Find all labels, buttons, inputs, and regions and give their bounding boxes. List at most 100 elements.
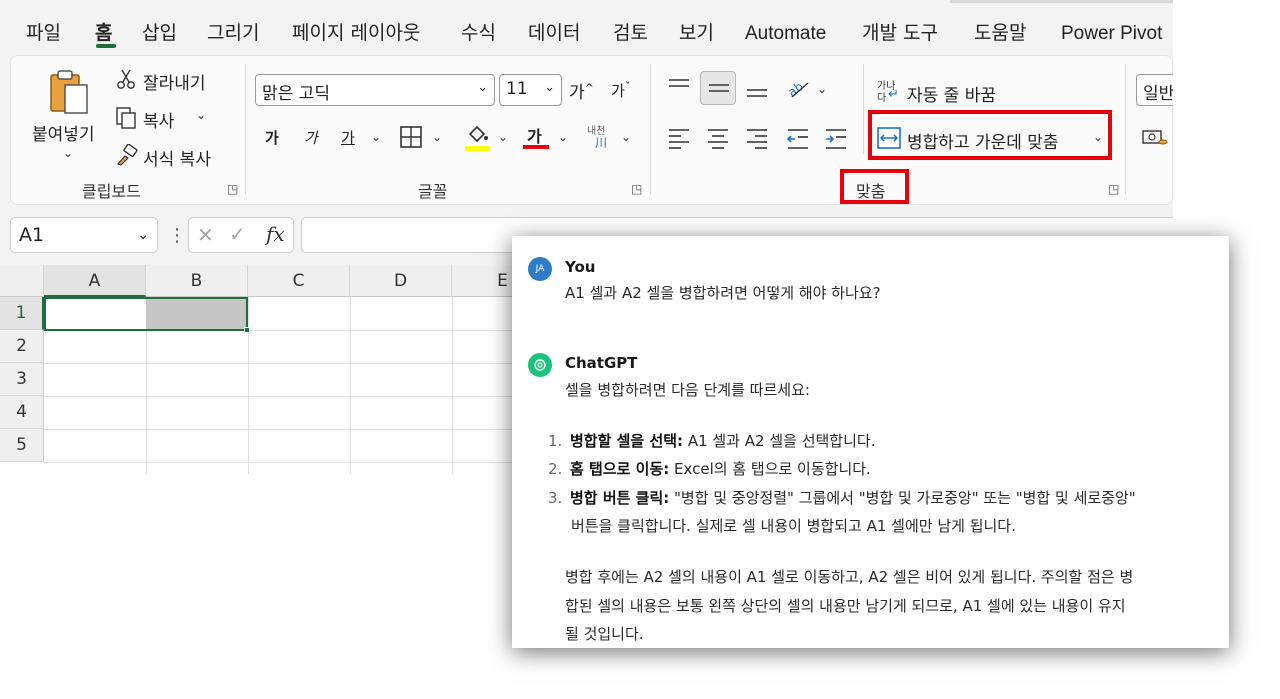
step-item-1: 1. 병합할 셀을 선택: A1 셀과 A2 셀을 선택합니다. bbox=[548, 430, 875, 451]
tab-review[interactable]: 검토 bbox=[613, 18, 648, 45]
tab-page-layout[interactable]: 페이지 레이아웃 bbox=[292, 18, 420, 45]
assistant-closing-line-1: 병합 후에는 A2 셀의 내용이 A1 셀로 이동하고, A2 셀은 비어 있게… bbox=[565, 568, 1134, 586]
tab-formulas[interactable]: 수식 bbox=[461, 18, 496, 45]
clipboard-launcher-icon[interactable]: ◳ bbox=[227, 182, 238, 196]
fill-handle[interactable] bbox=[244, 327, 250, 333]
chat-panel: JA You A1 셀과 A2 셀을 병합하려면 어떻게 해야 하나요? Cha… bbox=[512, 236, 1229, 648]
wrap-icon-bottom: 다 bbox=[877, 93, 887, 104]
column-header-c[interactable]: C bbox=[248, 265, 350, 297]
copy-dropdown-icon[interactable]: ⌄ bbox=[196, 108, 206, 122]
column-header-b[interactable]: B bbox=[146, 265, 248, 297]
font-color-swatch bbox=[523, 145, 549, 149]
paste-dropdown-icon[interactable]: ⌄ bbox=[63, 146, 73, 160]
user-avatar: JA bbox=[528, 257, 552, 281]
phonetic-button[interactable]: 내천 川 bbox=[587, 122, 617, 152]
step-number: 2. bbox=[548, 460, 563, 478]
wrap-text-button[interactable]: 자동 줄 바꿈 bbox=[907, 81, 996, 106]
enter-icon[interactable]: ✓ bbox=[229, 222, 246, 246]
gridline bbox=[350, 297, 351, 474]
underline-button[interactable]: 가 bbox=[341, 127, 355, 148]
row-header-2[interactable]: 2 bbox=[0, 330, 44, 363]
bold-button[interactable]: 가 bbox=[265, 127, 279, 148]
format-painter-icon bbox=[116, 144, 138, 166]
tab-draw[interactable]: 그리기 bbox=[207, 18, 259, 45]
row-header-5[interactable]: 5 bbox=[0, 429, 44, 462]
group-divider bbox=[245, 64, 246, 194]
fill-color-dropdown-icon[interactable]: ⌄ bbox=[498, 130, 508, 144]
scissors-icon bbox=[117, 69, 135, 89]
assistant-closing-line-2: 합된 셀의 내용은 보통 왼쪽 상단의 셀의 내용만 남기게 되므로, A1 셀… bbox=[565, 597, 1126, 615]
grow-font-button[interactable]: 가^ bbox=[569, 78, 594, 103]
row-header-1[interactable]: 1 bbox=[0, 297, 44, 330]
tab-automate[interactable]: Automate bbox=[745, 23, 826, 45]
grow-font-label: 가 bbox=[569, 83, 585, 103]
cut-button[interactable]: 잘라내기 bbox=[143, 69, 206, 94]
step-number: 1. bbox=[548, 432, 563, 450]
align-middle-icon bbox=[709, 84, 729, 92]
column-header-a[interactable]: A bbox=[44, 265, 146, 297]
step-text: "병합 및 중앙정렬" 그룹에서 "병합 및 가로중앙" 또는 "병합 및 세로… bbox=[669, 489, 1136, 507]
align-right-icon[interactable] bbox=[745, 127, 769, 149]
name-box[interactable]: A1 ⌄ bbox=[10, 217, 158, 253]
step-title: 병합 버튼 클릭: bbox=[570, 489, 670, 507]
insert-function-button[interactable]: fx bbox=[266, 222, 285, 246]
shrink-font-button[interactable]: 가ˇ bbox=[611, 80, 630, 101]
tab-file[interactable]: 파일 bbox=[26, 18, 61, 45]
font-size-select[interactable]: 11 ⌄ bbox=[499, 74, 562, 106]
font-name-select[interactable]: 맑은 고딕 ⌄ bbox=[255, 74, 495, 106]
tab-help[interactable]: 도움말 bbox=[974, 18, 1026, 45]
align-left-icon[interactable] bbox=[667, 127, 691, 149]
align-middle-button[interactable] bbox=[700, 71, 736, 105]
tab-power-pivot[interactable]: Power Pivot bbox=[1061, 23, 1162, 45]
copy-icon bbox=[116, 107, 136, 129]
column-header-d[interactable]: D bbox=[350, 265, 452, 297]
row-header-4[interactable]: 4 bbox=[0, 396, 44, 429]
orientation-dropdown-icon[interactable]: ⌄ bbox=[817, 82, 827, 96]
font-group-label: 글꼴 bbox=[418, 182, 448, 201]
fill-color-icon[interactable] bbox=[464, 122, 490, 152]
chevron-down-icon: ⌄ bbox=[137, 227, 149, 243]
group-divider bbox=[650, 64, 651, 194]
alignment-launcher-icon[interactable]: ◳ bbox=[1108, 182, 1119, 196]
phonetic-dropdown-icon[interactable]: ⌄ bbox=[621, 130, 631, 144]
select-all-corner[interactable] bbox=[0, 265, 44, 297]
underline-dropdown-icon[interactable]: ⌄ bbox=[371, 130, 381, 144]
tab-insert[interactable]: 삽입 bbox=[142, 18, 177, 45]
assistant-name: ChatGPT bbox=[565, 354, 638, 372]
increase-indent-icon[interactable] bbox=[824, 127, 848, 149]
clipboard-group-label: 클립보드 bbox=[82, 182, 141, 201]
svg-text:ab: ab bbox=[786, 79, 806, 99]
group-divider bbox=[1125, 64, 1126, 194]
number-format-select[interactable]: 일반 bbox=[1136, 74, 1173, 106]
step-text: Excel의 홈 탭으로 이동합니다. bbox=[669, 460, 871, 478]
merge-center-highlight bbox=[868, 110, 1112, 160]
tab-developer[interactable]: 개발 도구 bbox=[862, 18, 938, 45]
currency-format-icon[interactable] bbox=[1142, 128, 1168, 148]
tab-home[interactable]: 홈 bbox=[95, 18, 112, 45]
cancel-icon[interactable]: ✕ bbox=[197, 223, 214, 247]
borders-dropdown-icon[interactable]: ⌄ bbox=[432, 130, 442, 144]
font-color-dropdown-icon[interactable]: ⌄ bbox=[558, 130, 568, 144]
cell-a1-active[interactable] bbox=[44, 297, 248, 331]
format-painter-button[interactable]: 서식 복사 bbox=[143, 145, 211, 170]
paste-icon[interactable] bbox=[48, 69, 92, 115]
number-format-value: 일반 bbox=[1143, 84, 1173, 104]
borders-icon[interactable] bbox=[400, 126, 422, 148]
orientation-icon[interactable]: ab bbox=[786, 77, 812, 99]
step-item-2: 2. 홈 탭으로 이동: Excel의 홈 탭으로 이동합니다. bbox=[548, 458, 871, 479]
copy-button[interactable]: 복사 bbox=[143, 107, 174, 132]
font-color-button[interactable]: 가 bbox=[523, 120, 551, 152]
tab-data[interactable]: 데이터 bbox=[528, 18, 580, 45]
align-center-icon[interactable] bbox=[706, 127, 730, 149]
more-options-icon[interactable]: ⋮ bbox=[168, 225, 186, 246]
align-top-icon[interactable] bbox=[667, 78, 691, 96]
italic-button[interactable]: 가 bbox=[304, 127, 318, 148]
row-header-3[interactable]: 3 bbox=[0, 363, 44, 396]
step-title: 홈 탭으로 이동: bbox=[570, 460, 670, 478]
step-title: 병합할 셀을 선택: bbox=[570, 432, 684, 450]
font-launcher-icon[interactable]: ◳ bbox=[631, 182, 642, 196]
align-bottom-icon[interactable] bbox=[745, 82, 769, 100]
tab-view[interactable]: 보기 bbox=[679, 18, 714, 45]
decrease-indent-icon[interactable] bbox=[786, 127, 810, 149]
paste-button[interactable]: 붙여넣기 bbox=[32, 120, 95, 145]
